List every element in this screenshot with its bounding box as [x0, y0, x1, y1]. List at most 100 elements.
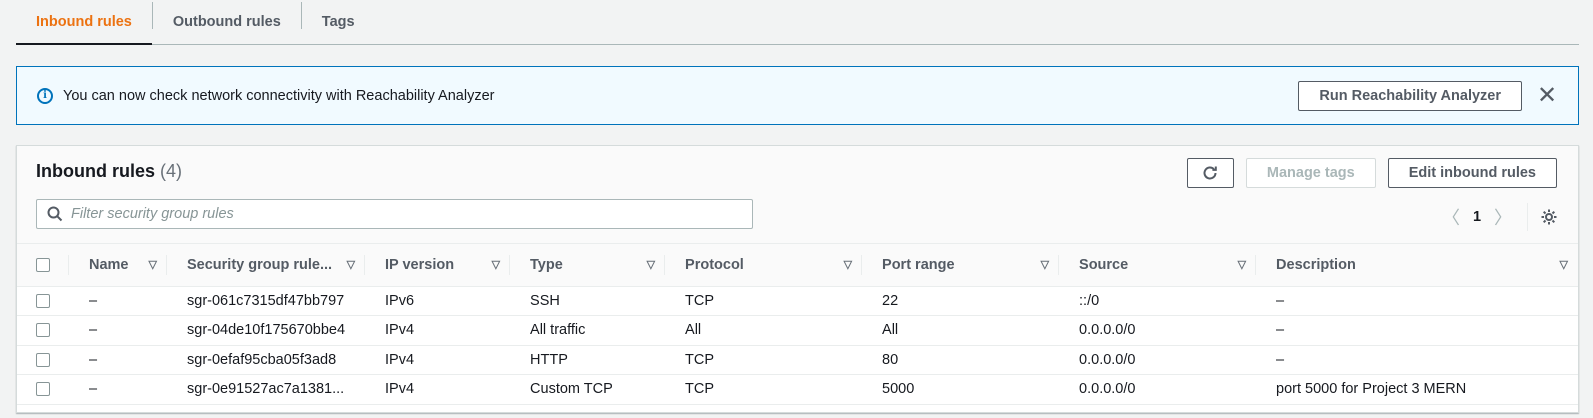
cell-type: All traffic [510, 315, 666, 346]
cell-rule-id: sgr-04de10f175670bbe4 [167, 315, 366, 346]
column-port-range[interactable]: Port range ▽ [862, 244, 1060, 287]
select-all-checkbox[interactable] [36, 257, 50, 272]
cell-rule-id: sgr-061c7315df47bb797 [167, 286, 366, 316]
column-name[interactable]: Name ▽ [69, 244, 167, 287]
run-reachability-analyzer-button[interactable]: Run Reachability Analyzer [1298, 80, 1522, 111]
column-label: Protocol [685, 256, 744, 273]
cell-protocol: TCP [665, 286, 863, 316]
gear-icon[interactable] [1540, 208, 1558, 226]
pagination: 〈 1 〉 [1441, 203, 1558, 231]
cell-port-range: All [862, 315, 1060, 346]
cell-type: HTTP [510, 345, 666, 375]
row-checkbox[interactable] [36, 352, 50, 367]
info-flashbar: i You can now check network connectivity… [16, 66, 1579, 125]
column-protocol[interactable]: Protocol ▽ [665, 244, 863, 287]
cell-name: – [69, 345, 167, 375]
sort-icon[interactable]: ▽ [1041, 258, 1049, 271]
row-select [17, 315, 69, 346]
sort-icon[interactable]: ▽ [844, 258, 852, 271]
rule-count: (4) [160, 161, 183, 181]
table-header-row: Name ▽ Security group rule... ▽ IP version… [17, 244, 1578, 287]
cell-ip-version: IPv4 [365, 345, 511, 375]
sort-icon[interactable]: ▽ [149, 258, 157, 271]
sort-icon[interactable]: ▽ [1238, 258, 1246, 271]
cell-port-range: 22 [862, 286, 1060, 316]
table-row[interactable]: – sgr-04de10f175670bbe4 IPv4 All traffic… [17, 315, 1578, 346]
inbound-rules-panel: Inbound rules (4) Manage tags Edit inbou… [16, 145, 1579, 413]
sort-icon[interactable]: ▽ [647, 258, 655, 271]
panel-title-text: Inbound rules [36, 161, 155, 181]
cell-protocol: All [665, 315, 863, 346]
filter-box [36, 199, 753, 229]
header-actions: Manage tags Edit inbound rules [1186, 158, 1557, 188]
cell-name: – [69, 374, 167, 405]
refresh-button[interactable] [1186, 158, 1234, 188]
cell-type: SSH [510, 286, 666, 316]
cell-rule-id: sgr-0e91527ac7a1381... [167, 374, 366, 405]
pager-divider [1527, 203, 1528, 231]
column-type[interactable]: Type ▽ [510, 244, 666, 287]
row-select [17, 286, 69, 316]
cell-protocol: TCP [665, 374, 863, 405]
sort-icon[interactable]: ▽ [492, 258, 500, 271]
filter-input[interactable] [71, 206, 752, 222]
row-select [17, 345, 69, 375]
column-description[interactable]: Description ▽ [1256, 244, 1578, 287]
column-label: Name [89, 256, 129, 273]
cell-ip-version: IPv4 [365, 374, 511, 405]
row-checkbox[interactable] [36, 293, 50, 308]
search-icon [47, 206, 63, 222]
panel-header: Inbound rules (4) Manage tags Edit inbou… [17, 146, 1578, 244]
cell-protocol: TCP [665, 345, 863, 375]
cell-type: Custom TCP [510, 374, 666, 405]
column-label: Port range [882, 256, 955, 273]
chevron-left-icon[interactable]: 〈 [1441, 204, 1461, 230]
table-row[interactable]: – sgr-0e91527ac7a1381... IPv4 Custom TCP… [17, 374, 1578, 405]
inbound-rules-table: Name ▽ Security group rule... ▽ IP version… [17, 244, 1578, 405]
tab-outbound-rules[interactable]: Outbound rules [153, 0, 301, 44]
tab-inbound-rules[interactable]: Inbound rules [16, 0, 152, 45]
column-label: Security group rule... [187, 256, 333, 273]
column-source[interactable]: Source ▽ [1059, 244, 1257, 287]
tab-tags[interactable]: Tags [302, 0, 375, 44]
cell-source: 0.0.0.0/0 [1059, 345, 1257, 375]
column-ip-version[interactable]: IP version ▽ [365, 244, 511, 287]
panel-title: Inbound rules (4) [36, 161, 182, 182]
page-number[interactable]: 1 [1461, 209, 1493, 225]
sort-icon[interactable]: ▽ [347, 258, 355, 271]
column-rule-id[interactable]: Security group rule... ▽ [167, 244, 366, 287]
cell-description: port 5000 for Project 3 MERN [1256, 374, 1578, 405]
column-label: Source [1079, 256, 1129, 273]
cell-description: – [1256, 315, 1578, 346]
column-label: IP version [385, 256, 455, 273]
cell-source: 0.0.0.0/0 [1059, 374, 1257, 405]
select-all-header [17, 244, 69, 287]
cell-name: – [69, 315, 167, 346]
cell-source: 0.0.0.0/0 [1059, 315, 1257, 346]
cell-description: – [1256, 286, 1578, 316]
sort-icon[interactable]: ▽ [1560, 258, 1568, 271]
flash-message: You can now check network connectivity w… [63, 87, 495, 104]
cell-rule-id: sgr-0efaf95cba05f3ad8 [167, 345, 366, 375]
cell-port-range: 5000 [862, 374, 1060, 405]
cell-description: – [1256, 345, 1578, 375]
table-row[interactable]: – sgr-0efaf95cba05f3ad8 IPv4 HTTP TCP 80… [17, 345, 1578, 375]
cell-port-range: 80 [862, 345, 1060, 375]
manage-tags-button[interactable]: Manage tags [1245, 158, 1376, 188]
cell-ip-version: IPv4 [365, 315, 511, 346]
column-label: Type [530, 256, 563, 273]
chevron-right-icon[interactable]: 〉 [1493, 204, 1513, 230]
cell-ip-version: IPv6 [365, 286, 511, 316]
close-icon[interactable]: ✕ [1536, 83, 1558, 107]
cell-name: – [69, 286, 167, 316]
row-checkbox[interactable] [36, 382, 50, 397]
row-checkbox[interactable] [36, 323, 50, 338]
cell-source: ::/0 [1059, 286, 1257, 316]
info-icon: i [37, 87, 53, 104]
tab-bar: Inbound rules Outbound rules Tags [16, 0, 1579, 45]
edit-inbound-rules-button[interactable]: Edit inbound rules [1387, 158, 1557, 188]
row-select [17, 374, 69, 405]
table-row[interactable]: – sgr-061c7315df47bb797 IPv6 SSH TCP 22 … [17, 286, 1578, 316]
column-label: Description [1276, 256, 1356, 273]
refresh-icon [1203, 166, 1218, 180]
